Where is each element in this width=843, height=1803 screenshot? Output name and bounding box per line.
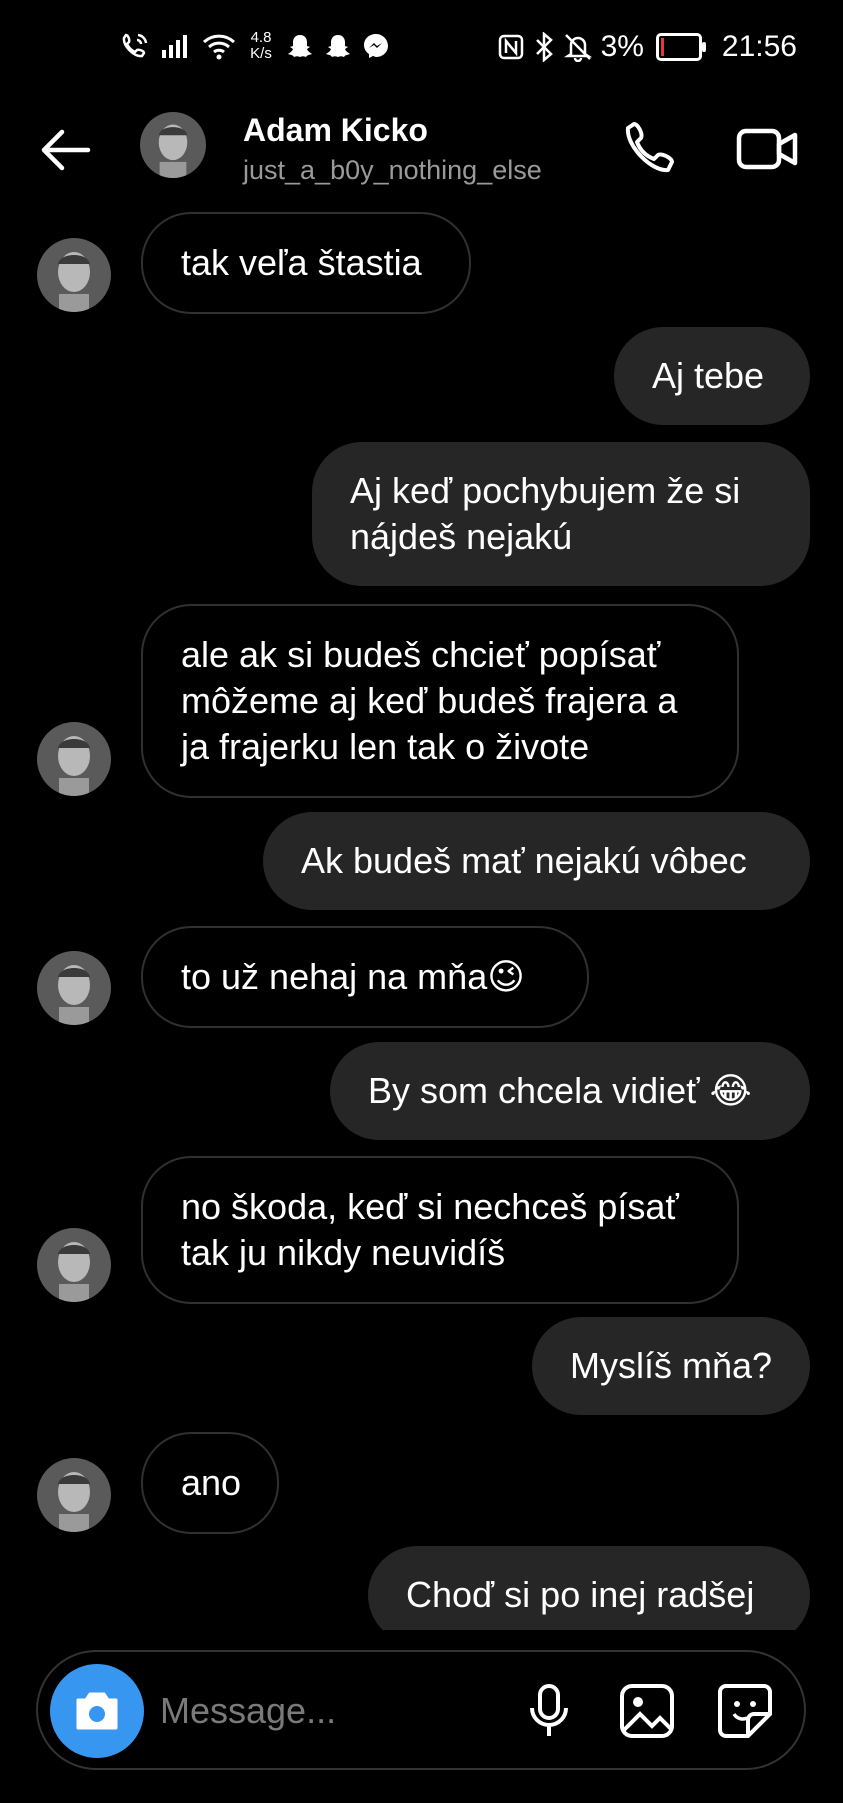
message-line: nájdeš nejakú — [350, 516, 573, 557]
contact-name[interactable]: Adam Kicko — [243, 112, 428, 149]
outgoing-message[interactable]: Ak budeš mať nejakú vôbec — [263, 812, 810, 910]
chat-header: Adam Kicko just_a_b0y_nothing_else — [0, 100, 843, 205]
mute-icon — [563, 34, 592, 62]
outgoing-message[interactable]: By som chcela vidieť 😂 — [330, 1042, 810, 1140]
message-text: to už nehaj na mňa😉 — [181, 956, 525, 997]
battery-icon — [655, 33, 706, 61]
battery-percent: 3% — [600, 30, 644, 63]
message-text: Aj tebe — [652, 355, 765, 396]
status-bar: 4.8 K/s 3% 21:56 — [0, 0, 843, 100]
bluetooth-icon — [535, 32, 553, 62]
signal-icon — [162, 35, 187, 58]
avatar-face-icon — [140, 112, 206, 178]
outgoing-message[interactable]: Aj tebe — [614, 327, 810, 425]
contact-username[interactable]: just_a_b0y_nothing_else — [243, 155, 542, 186]
microphone-icon[interactable] — [518, 1680, 580, 1742]
sender-avatar — [37, 238, 111, 312]
incoming-message[interactable]: tak veľa štastia — [141, 212, 471, 314]
clock: 21:56 — [721, 30, 797, 63]
outgoing-message[interactable]: Aj keď pochybujem že si nájdeš nejakú — [312, 442, 810, 586]
sender-avatar — [37, 722, 111, 796]
gallery-icon[interactable] — [616, 1680, 678, 1742]
message-text: Myslíš mňa? — [570, 1345, 773, 1386]
sender-avatar — [37, 1228, 111, 1302]
back-arrow-icon[interactable] — [36, 120, 96, 180]
message-text: tak veľa štastia — [181, 242, 422, 283]
message-line: tak ju nikdy neuvidíš — [181, 1232, 506, 1273]
nfc-icon — [498, 34, 523, 60]
network-speed: 4.8 K/s — [246, 30, 276, 62]
message-text: By som chcela vidieť 😂 — [368, 1070, 752, 1111]
message-clip: Choď si po inej radšej — [0, 1540, 843, 1630]
message-line: Aj keď pochybujem že si — [350, 470, 741, 511]
status-right: 3% 21:56 — [497, 30, 797, 64]
wifi-call-icon — [122, 33, 148, 58]
message-text: ano — [181, 1462, 242, 1503]
speed-unit: K/s — [250, 45, 272, 62]
incoming-message[interactable]: no škoda, keď si nechceš písať tak ju ni… — [141, 1156, 739, 1304]
snapchat-icon — [288, 35, 312, 57]
video-call-icon[interactable] — [735, 118, 801, 180]
messenger-icon — [364, 34, 388, 58]
message-line: no škoda, keď si nechceš písať — [181, 1186, 679, 1227]
incoming-message[interactable]: ale ak si budeš chcieť popísať môžeme aj… — [141, 604, 739, 798]
camera-icon — [76, 1692, 118, 1730]
message-line: ja frajerku len tak o živote — [181, 726, 590, 767]
sticker-icon[interactable] — [714, 1680, 776, 1742]
speed-value: 4.8 — [250, 29, 272, 46]
contact-avatar[interactable] — [140, 112, 206, 178]
status-left: 4.8 K/s — [120, 30, 390, 62]
message-text: Ak budeš mať nejakú vôbec — [301, 840, 747, 881]
snapchat-icon-2 — [326, 35, 350, 57]
outgoing-message[interactable]: Choď si po inej radšej — [368, 1546, 810, 1630]
message-line: môžeme aj keď budeš frajera a — [181, 680, 678, 721]
message-line: ale ak si budeš chcieť popísať — [181, 634, 661, 675]
incoming-message[interactable]: ano — [141, 1432, 279, 1534]
sender-avatar — [37, 1458, 111, 1532]
outgoing-message[interactable]: Myslíš mňa? — [532, 1317, 810, 1415]
wifi-icon — [202, 34, 236, 60]
incoming-message[interactable]: to už nehaj na mňa😉 — [141, 926, 589, 1028]
message-input[interactable] — [158, 1682, 482, 1740]
message-text: Choď si po inej radšej — [406, 1574, 755, 1615]
camera-button[interactable] — [50, 1664, 144, 1758]
phone-call-icon[interactable] — [620, 118, 682, 180]
sender-avatar — [37, 951, 111, 1025]
message-composer — [36, 1650, 806, 1770]
